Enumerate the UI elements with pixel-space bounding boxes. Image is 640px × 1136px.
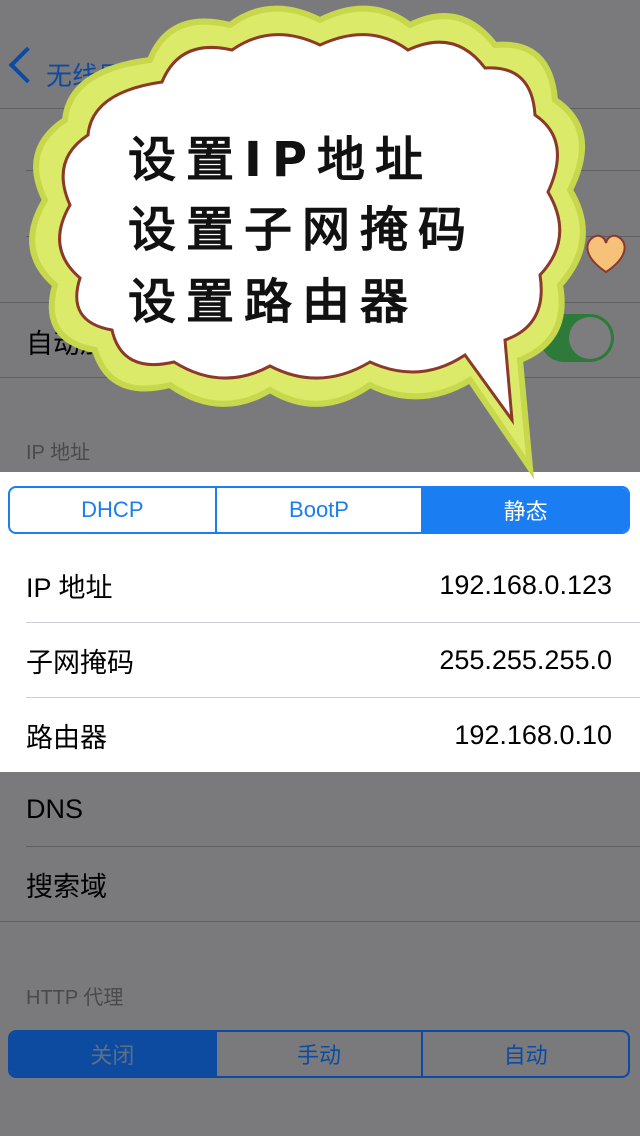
subnet-mask-label: 子网掩码 xyxy=(26,647,134,678)
http-proxy-header: HTTP 代理 xyxy=(26,987,124,1009)
dns-row[interactable]: DNS xyxy=(0,772,640,846)
subnet-mask-value[interactable]: 255.255.255.0 xyxy=(439,645,612,676)
search-domain-row[interactable]: 搜索域 xyxy=(0,847,640,921)
tab-proxy-off[interactable]: 关闭 xyxy=(10,1032,217,1076)
tab-proxy-manual[interactable]: 手动 xyxy=(217,1032,424,1076)
callout-line-3: 设置路由器 xyxy=(128,274,419,330)
ip-mode-segmented-control: DHCP BootP 静态 xyxy=(8,486,630,534)
subnet-mask-row[interactable]: 子网掩码 255.255.255.0 xyxy=(0,623,640,697)
callout-line-2: 设置子网掩码 xyxy=(128,202,477,258)
dns-label: DNS xyxy=(26,793,84,824)
ip-address-label: IP 地址 xyxy=(26,572,113,603)
ip-address-row[interactable]: IP 地址 192.168.0.123 xyxy=(0,548,640,622)
router-label: 路由器 xyxy=(26,722,107,753)
ip-address-value[interactable]: 192.168.0.123 xyxy=(439,570,612,601)
router-value[interactable]: 192.168.0.10 xyxy=(454,720,612,751)
tab-dhcp[interactable]: DHCP xyxy=(10,488,217,532)
tab-proxy-auto[interactable]: 自动 xyxy=(423,1032,628,1076)
heart-icon xyxy=(586,234,626,274)
static-config-panel: DHCP BootP 静态 IP 地址 192.168.0.123 子网掩码 2… xyxy=(0,472,640,772)
tab-bootp[interactable]: BootP xyxy=(217,488,424,532)
proxy-segmented-control: 关闭 手动 自动 xyxy=(8,1030,630,1078)
tab-static[interactable]: 静态 xyxy=(423,488,628,532)
search-domain-label: 搜索域 xyxy=(26,871,107,902)
separator xyxy=(0,921,640,922)
router-row[interactable]: 路由器 192.168.0.10 xyxy=(0,698,640,772)
callout-line-1: 设置IP地址 xyxy=(128,132,434,188)
